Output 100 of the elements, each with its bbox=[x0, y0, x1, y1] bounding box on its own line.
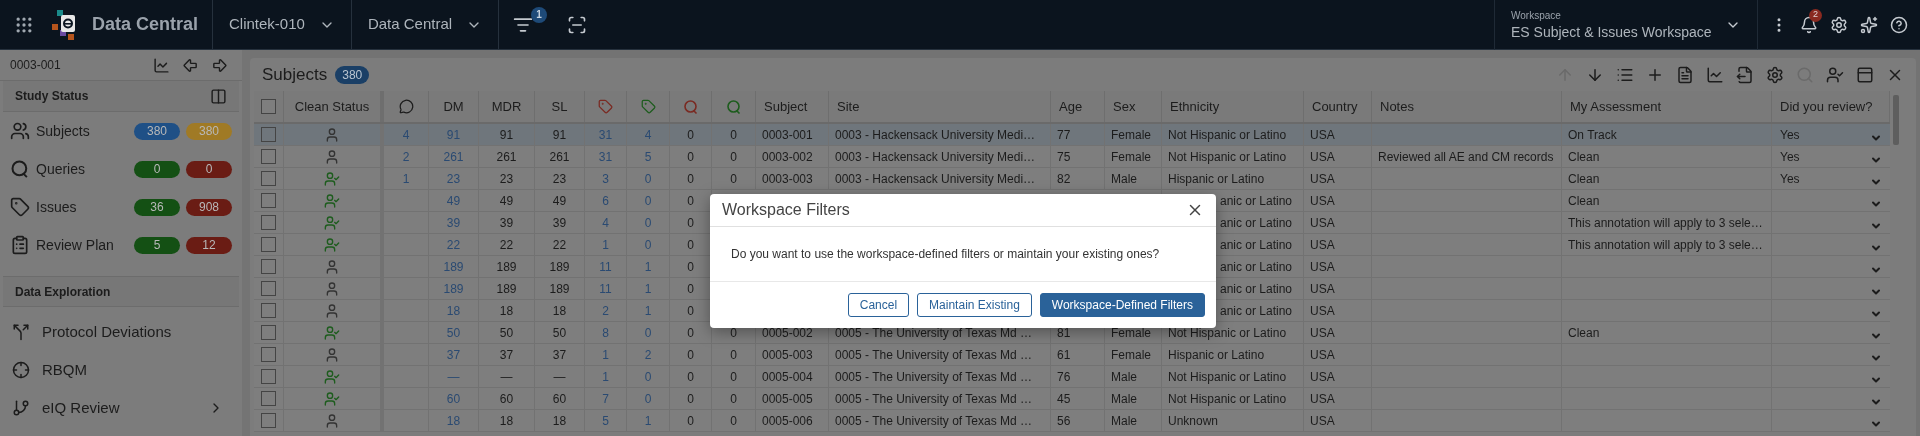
review-dropdown[interactable]: Yes bbox=[1772, 168, 1890, 189]
table-cell: 23 bbox=[429, 168, 479, 189]
table-cell: 23 bbox=[479, 168, 535, 189]
table-cell: 261 bbox=[429, 146, 479, 167]
context-selector[interactable]: Data Central bbox=[350, 0, 499, 50]
table-row[interactable]: 50 50 50 8 0 0 0 0005-002 0005 - The University of Texas Md … 81 Female Not Hispanic or Latino USA Clean bbox=[254, 322, 1890, 344]
nav-item[interactable]: Protocol Deviations bbox=[0, 313, 242, 351]
help-icon[interactable] bbox=[1890, 15, 1908, 34]
row-checkbox[interactable] bbox=[261, 325, 276, 340]
table-cell: 0003-002 bbox=[756, 146, 829, 167]
row-checkbox[interactable] bbox=[261, 193, 276, 208]
count-pill: 0 bbox=[134, 160, 180, 178]
table-row[interactable]: 1 23 23 23 3 0 0 0 0003-003 0003 - Hackensack University Medi… 82 Male Hispanic or Latino USA Clean Yes bbox=[254, 168, 1890, 190]
select-all-checkbox[interactable] bbox=[261, 99, 276, 114]
status-item[interactable]: Review Plan 5 12 bbox=[0, 226, 242, 264]
review-dropdown[interactable]: Yes bbox=[1772, 124, 1890, 145]
review-dropdown[interactable]: Yes bbox=[1772, 146, 1890, 167]
row-checkbox[interactable] bbox=[261, 215, 276, 230]
table-cell: 0003 - Hackensack University Medi… bbox=[829, 124, 1051, 145]
table-cell: Not Hispanic or Latino bbox=[1162, 146, 1304, 167]
table-cell: Not Hispanic or Latino bbox=[1162, 388, 1304, 409]
column-header[interactable]: MDR bbox=[479, 91, 535, 122]
workspace-selector[interactable]: Workspace ES Subject & Issues Workspace bbox=[1494, 0, 1758, 50]
document-icon[interactable] bbox=[1676, 65, 1694, 84]
status-item[interactable]: Subjects 380 380 bbox=[0, 112, 242, 150]
row-checkbox[interactable] bbox=[261, 391, 276, 406]
table-cell: 18 bbox=[429, 410, 479, 431]
dialog-button[interactable]: Maintain Existing bbox=[917, 293, 1032, 317]
table-cell: USA bbox=[1304, 190, 1372, 211]
row-checkbox[interactable] bbox=[261, 171, 276, 186]
table-cell: 5 bbox=[585, 410, 627, 431]
column-header[interactable]: DM bbox=[429, 91, 479, 122]
column-header[interactable]: Country bbox=[1304, 91, 1372, 122]
table-cell: 0 bbox=[670, 124, 712, 145]
users-icon bbox=[10, 121, 30, 141]
arrow-right-icon[interactable] bbox=[211, 56, 228, 74]
notification-bell-icon[interactable] bbox=[1800, 15, 1818, 34]
count-pill: 5 bbox=[134, 236, 180, 254]
row-checkbox[interactable] bbox=[261, 413, 276, 428]
row-checkbox[interactable] bbox=[261, 347, 276, 362]
dialog-button[interactable]: Cancel bbox=[847, 293, 910, 317]
status-item[interactable]: Issues 36 908 bbox=[0, 188, 242, 226]
nav-item[interactable]: RBQM bbox=[0, 351, 242, 389]
table-cell: USA bbox=[1304, 410, 1372, 431]
arrow-left-icon[interactable] bbox=[182, 56, 199, 74]
table-row[interactable]: — — — 1 0 0 0 0005-004 0005 - The University of Texas Md … 76 Male Not Hispanic or Latino USA bbox=[254, 366, 1890, 388]
clipboard-icon bbox=[10, 235, 30, 255]
column-header[interactable]: Ethnicity bbox=[1162, 91, 1304, 122]
row-checkbox[interactable] bbox=[261, 127, 276, 142]
status-item[interactable]: Queries 0 0 bbox=[0, 150, 242, 188]
export-icon[interactable] bbox=[1736, 65, 1754, 84]
window-icon[interactable] bbox=[1856, 65, 1874, 84]
table-cell: Female bbox=[1105, 146, 1162, 167]
dialog-button[interactable]: Workspace-Defined Filters bbox=[1039, 293, 1205, 317]
row-checkbox[interactable] bbox=[261, 259, 276, 274]
table-row[interactable]: 18 18 18 5 1 0 0 0005-006 0005 - The University of Texas Md … 56 Male Unknown USA bbox=[254, 410, 1890, 432]
table-cell: 0005 - The University of Texas Md … bbox=[829, 388, 1051, 409]
column-header[interactable]: Sex bbox=[1105, 91, 1162, 122]
column-header[interactable]: Site bbox=[829, 91, 1051, 122]
column-header[interactable]: My Assessment bbox=[1562, 91, 1772, 122]
row-checkbox[interactable] bbox=[261, 281, 276, 296]
table-cell: 2 bbox=[627, 344, 670, 365]
sparkles-icon[interactable] bbox=[1860, 15, 1878, 34]
dialog-message: Do you want to use the workspace-defined filters or maintain your existing ones? bbox=[731, 246, 1160, 263]
circle-tail-icon bbox=[10, 159, 30, 179]
context-selector[interactable]: Clintek-010 bbox=[212, 0, 351, 50]
scan-icon[interactable] bbox=[567, 14, 588, 35]
table-cell: Male bbox=[1105, 366, 1162, 387]
subject-id: 0003-001 bbox=[10, 57, 62, 74]
user-check-icon[interactable] bbox=[1826, 65, 1844, 84]
table-cell: 0 bbox=[712, 168, 756, 189]
column-header[interactable]: Subject bbox=[756, 91, 829, 122]
chart-line-icon[interactable] bbox=[1706, 65, 1724, 84]
column-header[interactable]: Age bbox=[1051, 91, 1105, 122]
column-header[interactable]: Notes bbox=[1372, 91, 1562, 122]
table-row[interactable]: 60 60 60 7 0 0 0 0005-005 0005 - The University of Texas Md … 45 Male Not Hispanic or Latino USA bbox=[254, 388, 1890, 410]
table-cell: USA bbox=[1304, 388, 1372, 409]
table-row[interactable]: 4 91 91 91 31 4 0 0 0003-001 0003 - Hackensack University Medi… 77 Female Not Hispanic or Latino USA On Track Yes bbox=[254, 124, 1890, 146]
table-cell: 189 bbox=[479, 278, 535, 299]
column-header[interactable]: SL bbox=[535, 91, 585, 122]
row-checkbox[interactable] bbox=[261, 237, 276, 252]
table-cell: 189 bbox=[429, 256, 479, 277]
scrollbar-thumb[interactable] bbox=[1893, 95, 1899, 145]
table-cell: 1 bbox=[384, 168, 429, 189]
nav-item[interactable]: eIQ Review bbox=[0, 389, 242, 427]
table-cell: 7 bbox=[585, 388, 627, 409]
table-cell: 50 bbox=[429, 322, 479, 343]
table-row[interactable]: 37 37 37 1 2 0 0 0005-003 0005 - The University of Texas Md … 61 Female Hispanic or Latino USA bbox=[254, 344, 1890, 366]
panel-icon[interactable] bbox=[210, 87, 227, 105]
row-checkbox[interactable] bbox=[261, 149, 276, 164]
table-cell: Hispanic or Latino bbox=[1162, 344, 1304, 365]
table-cell: 0 bbox=[670, 410, 712, 431]
row-checkbox[interactable] bbox=[261, 303, 276, 318]
table-cell: 50 bbox=[535, 322, 585, 343]
table-row[interactable]: 2 261 261 261 31 5 0 0 0003-002 0003 - Hackensack University Medi… 75 Female Not Hispanic or Latino USA Reviewed all AE and CM records Clean Yes bbox=[254, 146, 1890, 168]
app-name: Data Central bbox=[92, 13, 200, 36]
chart-line-icon[interactable] bbox=[153, 56, 170, 74]
table-cell: 18 bbox=[479, 410, 535, 431]
table-cell: 0005-003 bbox=[756, 344, 829, 365]
row-checkbox[interactable] bbox=[261, 369, 276, 384]
